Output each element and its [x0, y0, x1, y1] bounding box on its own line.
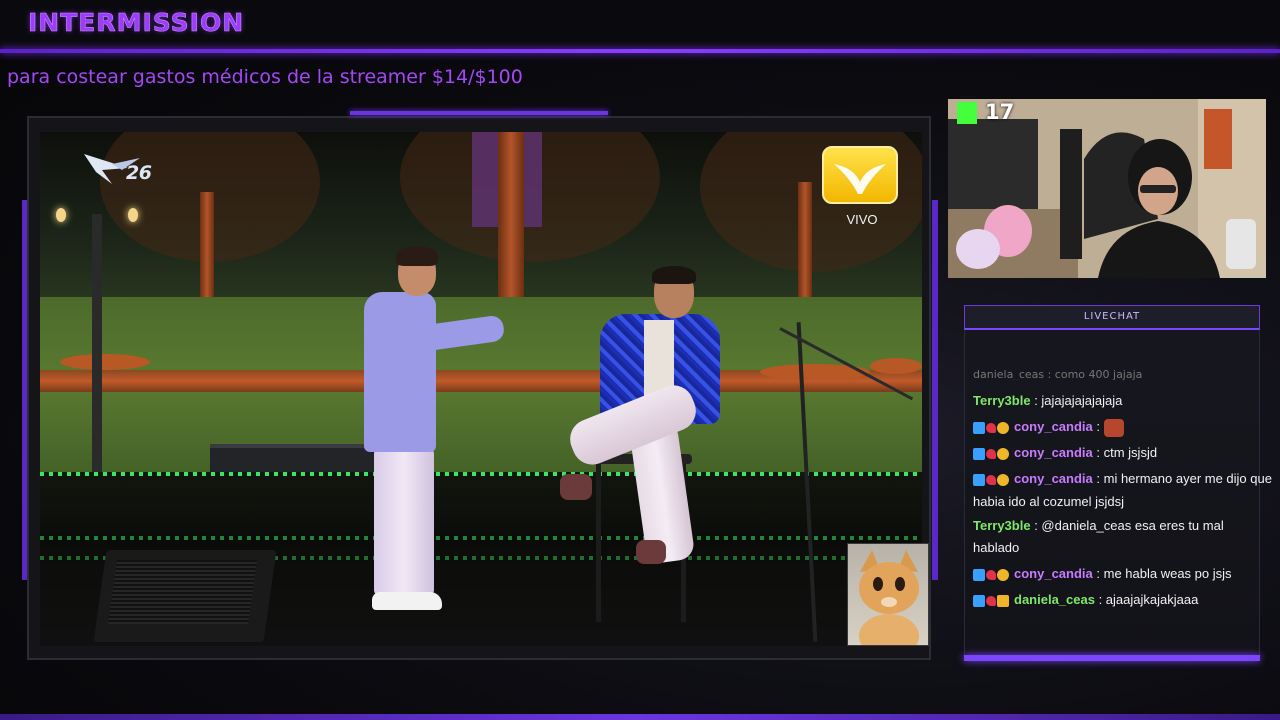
chat-separator: :: [1092, 445, 1104, 460]
performer-right-hair: [652, 266, 696, 284]
chat-badges: [973, 590, 1010, 612]
chat-separator: :: [1092, 471, 1104, 486]
performer-left-hair: [396, 246, 438, 266]
lamp-light: [128, 208, 138, 222]
right-accent: [932, 200, 938, 580]
prime-badge-icon: [973, 448, 985, 461]
chat-message: Terry3ble : @daniela_ceas esa eres tu ma…: [973, 515, 1273, 559]
cat-icon: [859, 550, 919, 645]
crown-badge-icon: [997, 595, 1009, 608]
channel-number: 26: [126, 162, 152, 184]
chat-badges: [973, 469, 1010, 491]
emote-icon: [1103, 418, 1124, 437]
speaker-grille: [108, 560, 258, 624]
stage-speaker: [93, 550, 277, 642]
chat-separator: :: [1092, 566, 1104, 581]
footer-accent: [0, 714, 1280, 720]
stream-overlay: INTERMISSION para costear gastos médicos…: [0, 0, 1280, 720]
streamer-webcam: [948, 99, 1266, 278]
chat-message: cony_candia : ctm jsjsjd: [973, 442, 1273, 465]
chat-username[interactable]: Terry3ble: [973, 393, 1031, 408]
chat-separator: :: [1094, 592, 1106, 607]
performer-right-shoe: [560, 474, 592, 500]
coin-badge-icon: [997, 448, 1009, 461]
viewer-count: 17: [985, 100, 1015, 124]
performer-left-pants: [374, 448, 434, 596]
performer-right-shoe: [636, 540, 666, 564]
webcam-scene: [948, 99, 1266, 278]
kick-icon: [957, 102, 977, 124]
header-divider: [0, 49, 1280, 53]
chat-message: cony_candia :: [973, 416, 1273, 439]
bird-icon: [834, 164, 886, 194]
performer-left-shoe: [372, 592, 442, 610]
chat-text: ctm jsjsjd: [1103, 445, 1158, 460]
chat-badges: [973, 564, 1010, 586]
channel-logo-icon: [84, 154, 140, 184]
fallen-leaves: [870, 358, 922, 374]
prime-badge-icon: [973, 474, 985, 487]
chat-text: jajajajajajajaja: [1041, 393, 1123, 408]
chat-text: ajaajajkajakjaaa: [1105, 592, 1199, 607]
donation-ticker: para costear gastos médicos de la stream…: [7, 66, 523, 88]
prime-badge-icon: [973, 422, 985, 435]
chat-username[interactable]: cony_candia: [1014, 566, 1093, 581]
heart-badge-icon: [986, 596, 996, 607]
led-strip: [40, 536, 922, 540]
main-video[interactable]: 26 VIVO: [40, 132, 922, 646]
heart-badge-icon: [986, 475, 996, 486]
chat-message: cony_candia : me habla weas po jsjs: [973, 563, 1273, 586]
heart-badge-icon: [986, 423, 996, 434]
chat-username[interactable]: Terry3ble: [973, 518, 1031, 533]
chat-username[interactable]: cony_candia: [1014, 471, 1093, 486]
coin-badge-icon: [997, 422, 1009, 435]
heart-badge-icon: [986, 570, 996, 581]
coin-badge-icon: [997, 569, 1009, 582]
chat-badges: [973, 417, 1010, 439]
fallen-leaves: [60, 354, 150, 370]
chat-title: LIVECHAT: [1083, 311, 1141, 322]
chat-text: me habla weas po jsjs: [1103, 566, 1232, 581]
prime-badge-icon: [973, 569, 985, 582]
video-top-accent: [350, 111, 608, 115]
heart-badge-icon: [986, 449, 996, 460]
header-bar: INTERMISSION: [0, 0, 1280, 50]
chat-message: Terry3ble : jajajajajajajaja: [973, 390, 1273, 412]
chat-partial-message: daniela_ceas : como 400 jajaja: [973, 368, 1143, 380]
chat-message: daniela_ceas : ajaajajkajakjaaa: [973, 589, 1273, 612]
chat-bottom-accent: [964, 655, 1260, 661]
lamp-light: [56, 208, 66, 222]
chat-separator: :: [1030, 393, 1042, 408]
brand-title: INTERMISSION: [28, 8, 245, 38]
cat-overlay-image: [847, 543, 929, 646]
chat-username[interactable]: daniela_ceas: [1014, 592, 1095, 607]
live-label: VIVO: [846, 212, 878, 227]
chat-message: cony_candia : mi hermano ayer me dijo qu…: [973, 468, 1273, 513]
prime-badge-icon: [973, 595, 985, 608]
chat-separator: :: [1030, 518, 1042, 533]
chat-username[interactable]: cony_candia: [1014, 419, 1093, 434]
chat-badges: [973, 443, 1010, 465]
performer-left-shirt: [364, 292, 436, 452]
coin-badge-icon: [997, 474, 1009, 487]
chat-separator: :: [1092, 419, 1104, 434]
live-channel-logo: [822, 146, 898, 204]
led-strip: [40, 472, 922, 476]
chat-username[interactable]: cony_candia: [1014, 445, 1093, 460]
